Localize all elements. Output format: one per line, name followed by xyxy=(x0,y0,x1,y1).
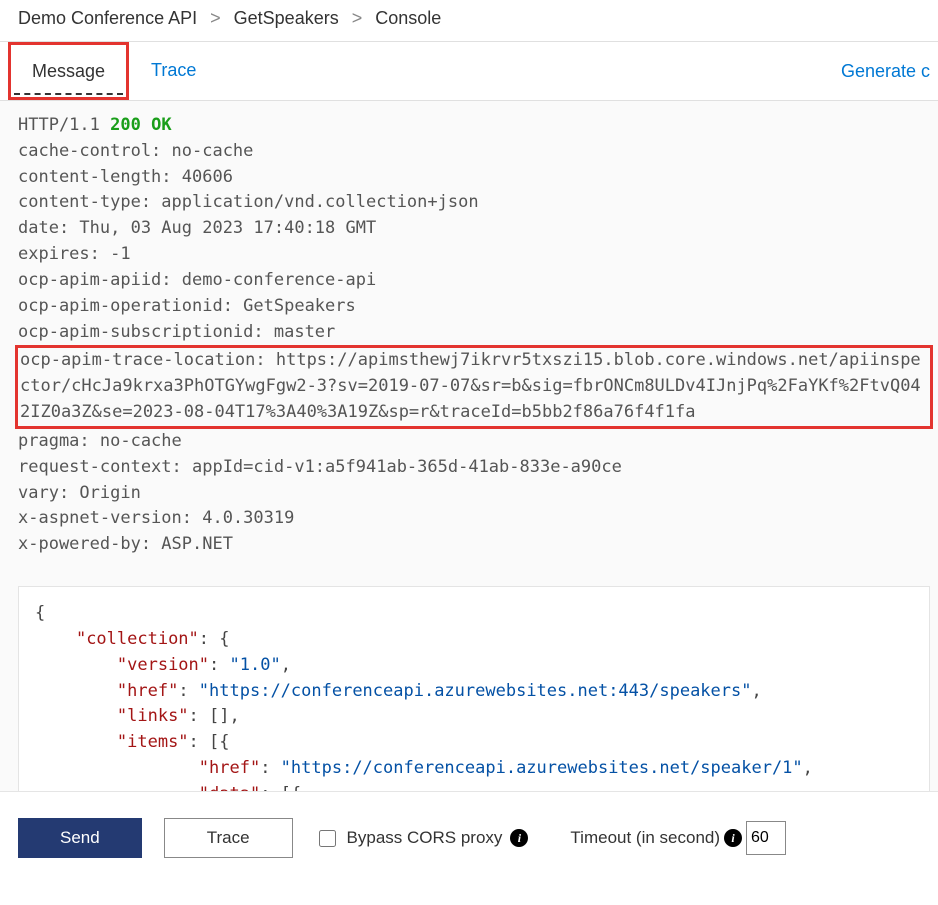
http-headers: HTTP/1.1 200 OK cache-control: no-cache … xyxy=(18,113,930,558)
highlight-box: Message xyxy=(8,42,129,100)
http-status: 200 OK xyxy=(110,115,171,135)
tab-trace[interactable]: Trace xyxy=(129,42,218,100)
tabs-bar: Message Trace Generate c xyxy=(0,41,938,101)
breadcrumb-item: Console xyxy=(375,8,441,28)
trace-button[interactable]: Trace xyxy=(164,818,293,858)
generate-code-link[interactable]: Generate c xyxy=(841,61,930,82)
timeout-input[interactable] xyxy=(746,821,786,855)
info-icon[interactable]: i xyxy=(724,829,742,847)
footer-bar: Send Trace Bypass CORS proxy i Timeout (… xyxy=(0,791,938,874)
tab-message[interactable]: Message xyxy=(14,49,123,95)
response-panel: HTTP/1.1 200 OK cache-control: no-cache … xyxy=(0,101,938,791)
timeout-label: Timeout (in second) xyxy=(570,828,720,848)
chevron-right-icon: > xyxy=(352,8,363,28)
breadcrumb: Demo Conference API > GetSpeakers > Cons… xyxy=(0,0,938,41)
chevron-right-icon: > xyxy=(210,8,221,28)
bypass-cors-checkbox[interactable] xyxy=(319,830,336,847)
trace-location-highlight: ocp-apim-trace-location: https://apimsth… xyxy=(15,345,933,428)
response-body: { "collection": { "version": "1.0", "hre… xyxy=(18,586,930,791)
bypass-cors-label: Bypass CORS proxy xyxy=(347,828,503,848)
http-protocol: HTTP/1.1 xyxy=(18,115,100,135)
timeout-wrap: Timeout (in second) i xyxy=(570,821,786,855)
breadcrumb-item[interactable]: Demo Conference API xyxy=(18,8,197,28)
bypass-cors-wrap[interactable]: Bypass CORS proxy i xyxy=(315,827,529,850)
headers-post: pragma: no-cache request-context: appId=… xyxy=(18,431,622,554)
breadcrumb-item[interactable]: GetSpeakers xyxy=(234,8,339,28)
headers-pre: cache-control: no-cache content-length: … xyxy=(18,141,479,342)
info-icon[interactable]: i xyxy=(510,829,528,847)
send-button[interactable]: Send xyxy=(18,818,142,858)
